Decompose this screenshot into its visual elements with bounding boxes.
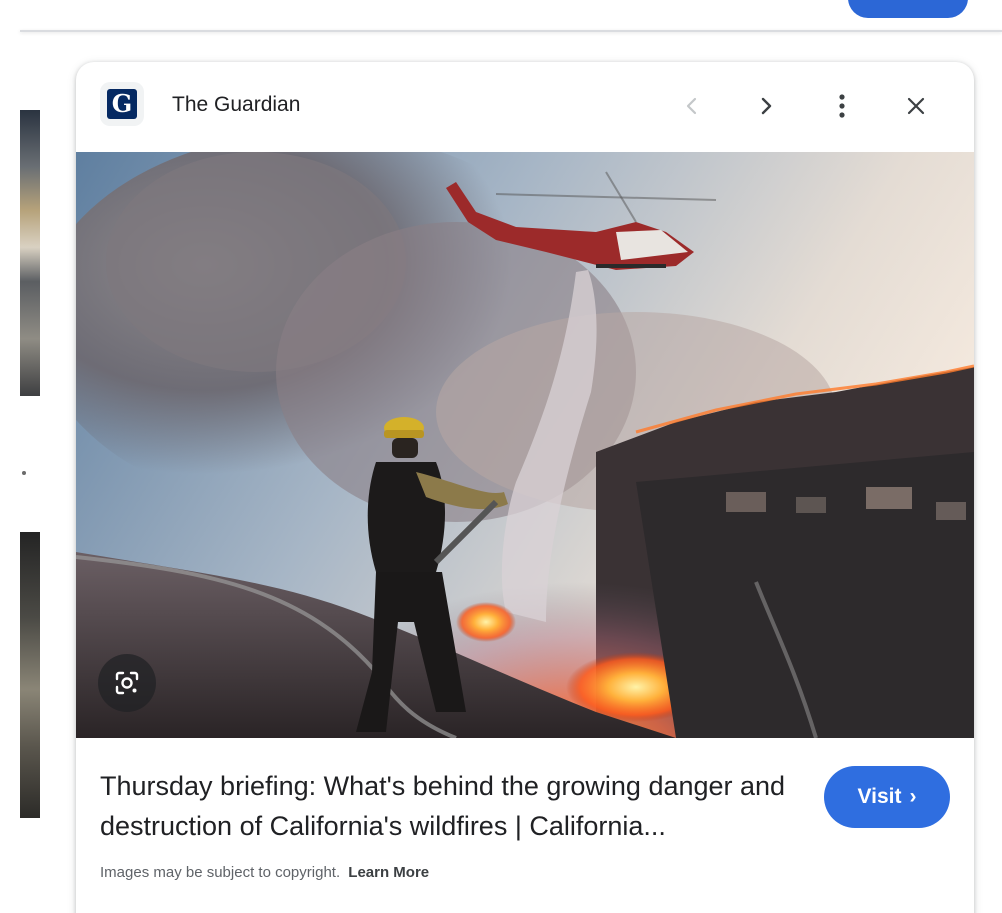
more-options-button[interactable]: [820, 84, 864, 128]
top-action-button[interactable]: [848, 0, 968, 18]
copyright-text: Images may be subject to copyright.: [100, 864, 341, 881]
wildfire-photo: [76, 152, 974, 738]
preview-image[interactable]: [76, 152, 974, 738]
panel-header: G The Guardian: [76, 62, 974, 152]
result-thumbnail[interactable]: [20, 532, 40, 818]
result-headline[interactable]: Thursday briefing: What's behind the gro…: [100, 766, 800, 846]
image-viewer-page: G The Guardian Thursday briefing: What's…: [0, 0, 1002, 913]
learn-more-link[interactable]: Learn More: [348, 864, 429, 881]
source-favicon[interactable]: G: [100, 82, 144, 126]
image-preview-panel: G The Guardian Thursday briefing: What's…: [76, 62, 974, 913]
visit-button[interactable]: Visit ›: [824, 766, 950, 828]
lens-icon: [115, 671, 139, 695]
result-thumbnail[interactable]: [20, 110, 40, 396]
previous-image-button[interactable]: [670, 84, 714, 128]
visit-label: Visit: [857, 785, 902, 808]
next-image-button[interactable]: [744, 84, 788, 128]
chevron-left-icon: [686, 97, 697, 115]
copyright-notice: Images may be subject to copyright. Lear…: [100, 864, 429, 881]
guardian-logo-icon: G: [107, 89, 137, 119]
lens-search-button[interactable]: [98, 654, 156, 712]
chevron-right-icon: ›: [909, 785, 917, 808]
more-vert-icon: [839, 94, 845, 118]
close-icon: [907, 97, 925, 115]
close-button[interactable]: [894, 84, 938, 128]
top-divider: [20, 30, 1002, 32]
chevron-right-icon: [761, 97, 772, 115]
separator-dot: [22, 471, 26, 475]
source-name[interactable]: The Guardian: [172, 93, 300, 117]
